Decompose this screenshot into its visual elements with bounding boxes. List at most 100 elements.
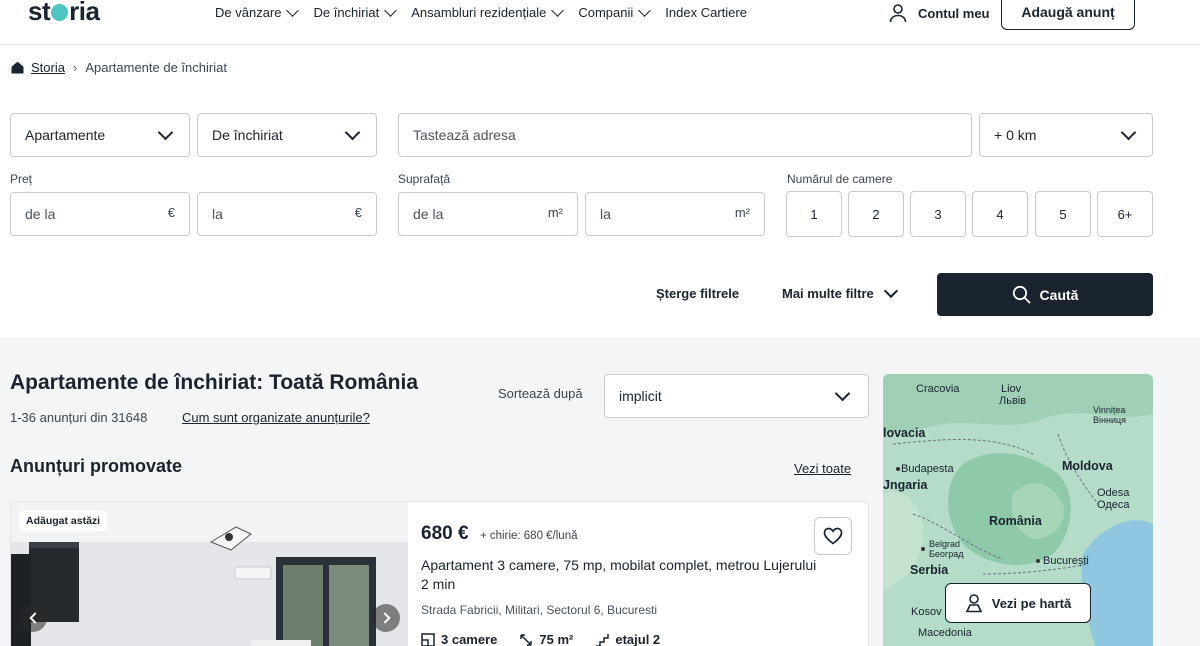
euro-unit: €	[354, 205, 362, 220]
price-from-placeholder: de la	[25, 206, 56, 222]
more-filters-button[interactable]: Mai multe filtre	[782, 283, 898, 301]
see-all-link[interactable]: Vezi toate	[794, 461, 851, 476]
add-listing-label: Adaugă anunț	[1021, 4, 1115, 20]
nav-item-companies[interactable]: Companii	[578, 3, 652, 20]
nav-item-residential-complexes[interactable]: Ansambluri rezidențiale	[411, 3, 565, 20]
nav-label: Index Cartiere	[665, 5, 747, 20]
promoted-listings-title: Anunțuri promovate	[10, 456, 183, 476]
map-label-beograd: Београд	[929, 549, 964, 559]
map-label-slovacia: lovacia	[883, 426, 926, 440]
map-label-cracovia: Cracovia	[916, 383, 960, 395]
search-button[interactable]: Caută	[937, 273, 1153, 316]
address-input[interactable]: Tastează adresa	[398, 113, 972, 157]
radius-value: + 0 km	[994, 127, 1037, 143]
map-label-odesa-cyrillic: Одеса	[1097, 499, 1130, 511]
user-pin-icon	[965, 594, 983, 613]
address-placeholder: Tastează adresa	[413, 127, 516, 143]
resize-icon	[520, 633, 533, 646]
room-option-1[interactable]: 1	[786, 191, 842, 237]
nav-label: Ansambluri rezidențiale	[411, 5, 547, 20]
map-label-serbia: Serbia	[910, 563, 949, 577]
property-type-select[interactable]: Apartamente	[10, 113, 190, 157]
room-option-2[interactable]: 2	[848, 191, 904, 237]
results-title: Apartamente de închiriat: Toată România	[10, 371, 419, 394]
area-from-placeholder: de la	[413, 206, 444, 222]
results-count: 1-36 anunțuri din 31648	[10, 410, 148, 425]
area-spec: 75 m²	[519, 632, 573, 646]
room-option-3[interactable]: 3	[910, 191, 966, 237]
photo-prev-button[interactable]	[19, 604, 47, 632]
breadcrumb-home[interactable]: Storia	[31, 60, 65, 75]
map-label-bucuresti: București	[1043, 555, 1089, 567]
user-icon	[889, 4, 907, 23]
sort-value: implicit	[619, 388, 662, 404]
how-listings-organized-link[interactable]: Cum sunt organizate anunțurile?	[182, 410, 370, 425]
chevron-down-icon	[157, 124, 174, 141]
map-label-vinnytsia: Вінниця	[1093, 415, 1126, 425]
favorite-button[interactable]	[814, 517, 852, 555]
view-on-map-button[interactable]: Vezi pe hartă	[945, 583, 1091, 623]
nav-item-for-sale[interactable]: De vânzare	[215, 3, 300, 20]
storia-logo[interactable]: st ria	[28, 0, 100, 27]
nav-label: Companii	[578, 5, 634, 20]
sort-label: Sortează după	[498, 386, 583, 401]
map-label-liov: Liov	[1001, 383, 1022, 395]
nav-item-for-rent[interactable]: De închiriat	[313, 3, 398, 20]
main-nav: De vânzare De închiriat Ansambluri rezid…	[215, 3, 763, 20]
map-label-moldova: Moldova	[1062, 459, 1113, 473]
breadcrumb: Storia › Apartamente de închiriat	[11, 60, 227, 75]
listing-title[interactable]: Apartament 3 camere, 75 mp, mobilat comp…	[421, 556, 821, 594]
clear-filters-link[interactable]: Șterge filtrele	[656, 286, 739, 301]
listing-photo[interactable]: Adăugat astăzi	[11, 502, 408, 646]
price-from-input[interactable]: de la €	[10, 192, 190, 236]
sqm-unit: m²	[734, 205, 750, 220]
logo-text-start: st	[28, 0, 51, 26]
price-to-placeholder: la	[212, 206, 223, 222]
room-option-6-plus[interactable]: 6+	[1097, 191, 1153, 237]
photo-next-button[interactable]	[372, 604, 400, 632]
view-on-map-label: Vezi pe hartă	[991, 595, 1072, 611]
breadcrumb-separator: ›	[72, 60, 78, 75]
listing-address: Strada Fabricii, Militari, Sectorul 6, B…	[421, 603, 658, 617]
add-listing-button[interactable]: Adaugă anunț	[1001, 0, 1135, 30]
room-option-5[interactable]: 5	[1035, 191, 1091, 237]
map-label-belgrad: Belgrad	[929, 539, 961, 549]
map-label-ungaria: Jngaria	[883, 478, 928, 492]
chevron-down-icon	[286, 3, 300, 17]
listing-price: 680 €	[421, 523, 469, 544]
rooms-spec: 3 camere	[421, 632, 497, 646]
area-label: Suprafață	[398, 172, 451, 186]
listing-rent: + chirie: 680 €/lună	[480, 530, 578, 542]
price-label: Preț	[10, 172, 33, 186]
room-option-4[interactable]: 4	[972, 191, 1028, 237]
chevron-down-icon	[384, 3, 398, 17]
home-icon	[11, 61, 24, 74]
sqm-unit: m²	[547, 205, 563, 220]
area-to-placeholder: la	[600, 206, 611, 222]
chevron-left-icon	[28, 612, 41, 624]
chevron-right-icon	[378, 612, 391, 624]
map-label-lviv: Львів	[999, 395, 1027, 407]
radius-select[interactable]: + 0 km	[979, 113, 1153, 157]
search-label: Caută	[1039, 286, 1079, 303]
rooms-value: 3 camere	[441, 632, 498, 646]
logo-text-end: ria	[69, 0, 100, 26]
account-link[interactable]: Contul meu	[888, 3, 990, 23]
nav-item-neighborhood-index[interactable]: Index Cartiere	[665, 5, 747, 20]
property-type-value: Apartamente	[25, 127, 106, 143]
chevron-down-icon	[1120, 124, 1137, 141]
floor-spec: etajul 2	[595, 632, 660, 646]
area-to-input[interactable]: la m²	[585, 192, 765, 236]
area-from-input[interactable]: de la m²	[398, 192, 578, 236]
euro-unit: €	[167, 205, 175, 220]
account-label: Contul meu	[918, 5, 990, 21]
transaction-type-value: De închiriat	[212, 127, 283, 143]
more-filters-label: Mai multe filtre	[782, 286, 874, 301]
nav-label: De vânzare	[215, 5, 282, 20]
transaction-type-select[interactable]: De închiriat	[197, 113, 377, 157]
rooms-label: Numărul de camere	[787, 172, 893, 186]
price-to-input[interactable]: la €	[197, 192, 377, 236]
listing-specs: 3 camere 75 m² etajul 2	[421, 632, 660, 646]
map-label-budapesta: Budapesta	[901, 463, 954, 475]
sort-select[interactable]: implicit	[604, 374, 869, 418]
